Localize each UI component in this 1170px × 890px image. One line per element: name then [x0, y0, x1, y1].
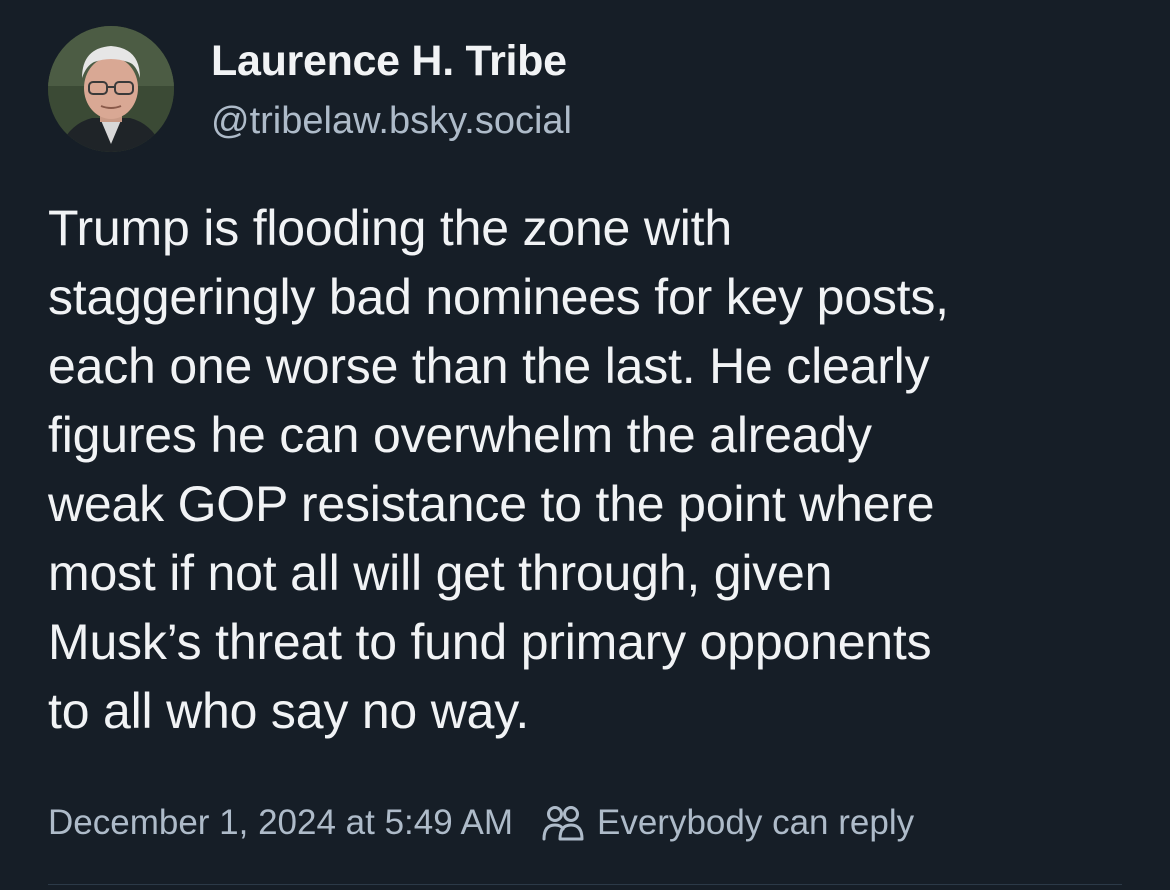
- post-thread-item: Laurence H. Tribe @tribelaw.bsky.social …: [0, 0, 1170, 890]
- avatar-image: [48, 26, 174, 152]
- divider: [48, 884, 1122, 885]
- post-header: Laurence H. Tribe @tribelaw.bsky.social: [48, 26, 572, 156]
- people-icon: [541, 803, 585, 843]
- reply-setting-label: Everybody can reply: [597, 803, 915, 842]
- post-timestamp[interactable]: December 1, 2024 at 5:49 AM: [48, 803, 513, 843]
- author-info: Laurence H. Tribe @tribelaw.bsky.social: [211, 26, 572, 143]
- author-display-name[interactable]: Laurence H. Tribe: [211, 37, 572, 85]
- post-text: Trump is flooding the zone with staggeri…: [48, 200, 949, 739]
- post-meta: December 1, 2024 at 5:49 AM Everybody ca…: [48, 800, 914, 846]
- avatar[interactable]: [48, 26, 174, 152]
- author-handle[interactable]: @tribelaw.bsky.social: [211, 99, 572, 143]
